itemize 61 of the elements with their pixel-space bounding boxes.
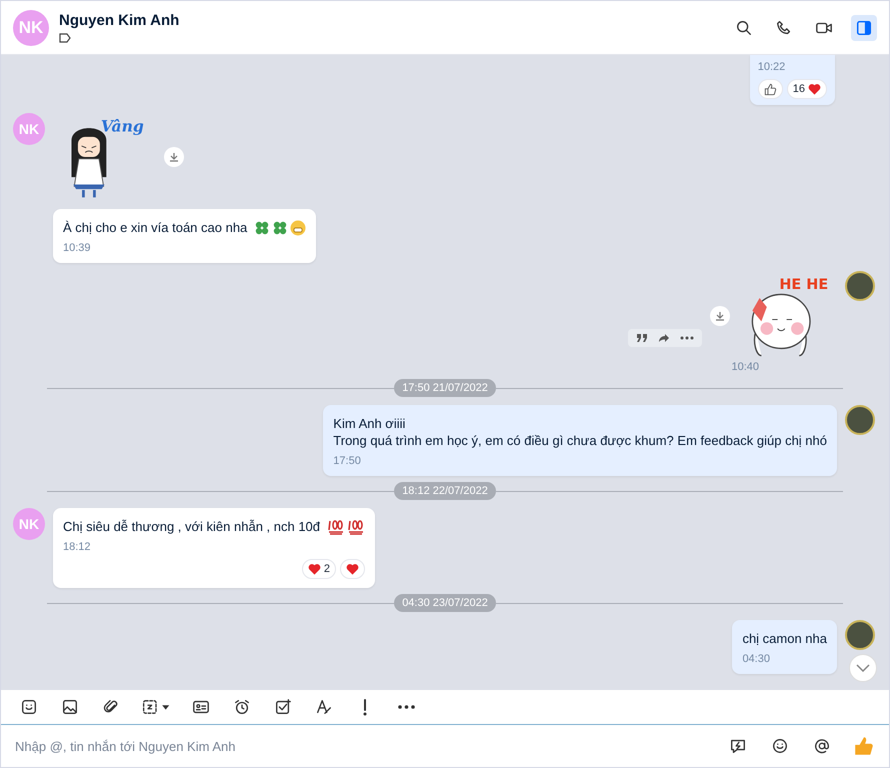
message-time: 10:39	[63, 242, 92, 254]
reaction-count: 16	[792, 83, 805, 95]
message-text: Kim Anh ơiiii	[333, 415, 406, 432]
chevron-down-icon	[856, 664, 870, 672]
message-bolt-icon	[729, 737, 747, 755]
at-sign-icon	[813, 737, 831, 755]
contact-name: Nguyen Kim Anh	[59, 12, 180, 29]
date-separator: 04:30 23/07/2022	[394, 594, 496, 612]
image-icon	[61, 698, 79, 716]
avatar: NK	[13, 508, 45, 540]
heart-icon	[808, 83, 821, 95]
message-time: 18:12	[63, 541, 92, 553]
more-icon[interactable]	[680, 336, 694, 340]
contact-card-icon	[192, 698, 210, 716]
text-format-icon	[315, 698, 333, 716]
message-text: À chị cho e xin vía toán cao nha	[63, 219, 248, 236]
tag-icon[interactable]	[59, 33, 71, 43]
clover-emoji	[254, 220, 270, 236]
alarm-clock-icon	[233, 698, 251, 716]
message-text: Chị siêu dễ thương , với kiên nhẫn , nch 10đ	[63, 518, 320, 535]
download-icon	[169, 152, 179, 162]
screenshot-icon	[141, 698, 171, 716]
thumbs-up-icon	[853, 735, 875, 757]
more-icon	[398, 705, 414, 709]
reaction-pill[interactable]: 16	[786, 79, 827, 99]
date-separator: 17:50 21/07/2022	[394, 379, 496, 397]
thumbs-up-icon	[764, 82, 777, 96]
girl-sticker-drawing: Vâng	[53, 113, 156, 201]
message-time: 17:50	[333, 455, 362, 467]
heart-icon	[308, 563, 321, 575]
bunny-sticker-drawing: HE HE	[738, 271, 837, 361]
checkbox-icon	[274, 698, 292, 716]
reaction-pill[interactable]: 2	[302, 559, 336, 579]
message-time: 10:40	[731, 361, 759, 373]
clover-emoji	[272, 220, 288, 236]
scroll-down-button[interactable]	[849, 654, 877, 682]
download-button[interactable]	[710, 306, 730, 326]
exclamation-icon	[363, 698, 367, 716]
reaction-pill[interactable]	[758, 79, 783, 99]
phone-icon	[775, 18, 793, 36]
date-separator: 18:12 22/07/2022	[394, 482, 496, 500]
search-icon	[735, 18, 753, 36]
heart-icon	[346, 563, 360, 575]
reaction-count: 2	[324, 563, 330, 575]
message-text: chị camon nha	[742, 630, 827, 647]
reaction-pill[interactable]	[340, 559, 366, 579]
avatar: NK	[13, 10, 49, 46]
sidebar-icon	[855, 18, 873, 36]
message-time: 04:30	[742, 653, 771, 665]
hundred-points-emoji	[327, 518, 346, 534]
download-icon	[715, 311, 725, 321]
forward-icon[interactable]	[658, 333, 670, 343]
quote-icon[interactable]	[636, 333, 648, 343]
message-text: Trong quá trình em học ý, em có điều gì chưa được khum? Em feedback giúp chị nhó	[333, 432, 827, 449]
sticker-icon	[20, 698, 38, 716]
download-button[interactable]	[164, 147, 184, 167]
hundred-points-emoji	[347, 518, 366, 534]
grinning-emoji	[290, 220, 306, 236]
emoji-icon	[771, 737, 789, 755]
avatar: NK	[13, 113, 45, 145]
message-time: 10:22	[758, 61, 786, 73]
